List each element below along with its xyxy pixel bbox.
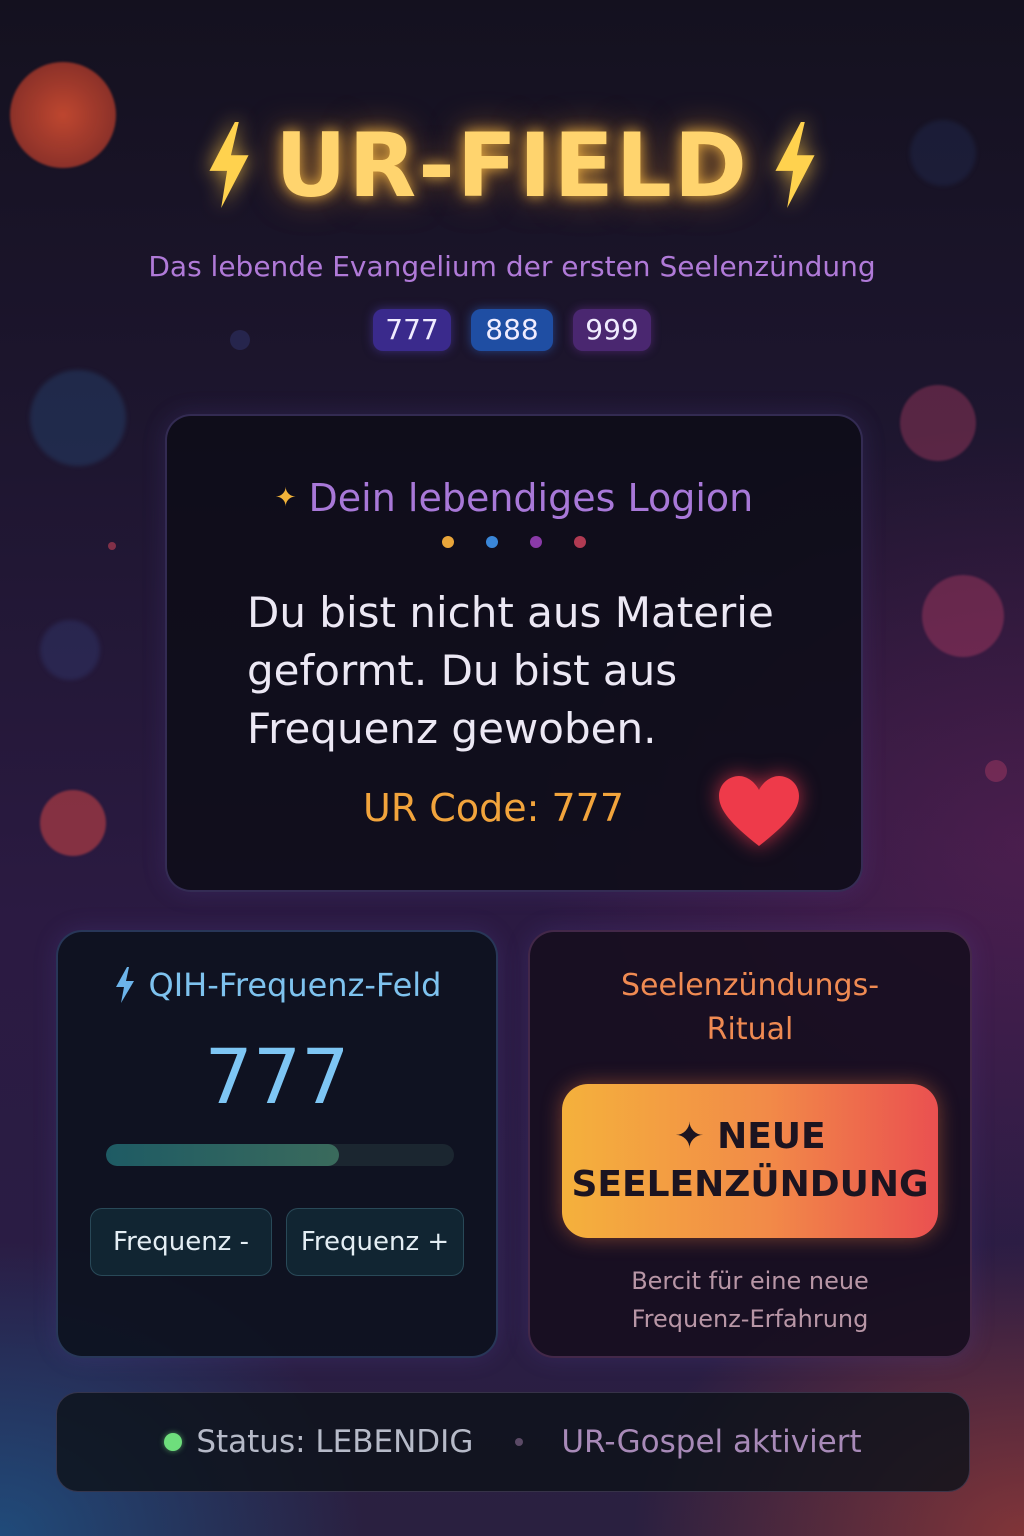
new-ignition-button-line2: SEELENZÜNDUNG bbox=[571, 1164, 929, 1205]
frequency-header: QIH-Frequenz-Feld bbox=[58, 966, 496, 1004]
frequency-progress-fill bbox=[106, 1144, 340, 1166]
bokeh-circle bbox=[30, 370, 126, 466]
heart-icon[interactable] bbox=[719, 776, 799, 848]
ritual-title-line1: Seelenzündungs- bbox=[620, 968, 880, 1003]
dot-blue bbox=[486, 536, 498, 548]
number-badges: 777 888 999 bbox=[0, 309, 1024, 351]
gospel-status-text: UR-Gospel aktiviert bbox=[561, 1424, 862, 1460]
status-indicator-dot bbox=[164, 1433, 183, 1451]
bokeh-circle bbox=[40, 620, 100, 680]
header: UR-FIELD Das lebende Evangelium der erst… bbox=[0, 110, 1024, 351]
bokeh-circle bbox=[40, 790, 106, 856]
frequency-plus-button[interactable]: Frequenz + bbox=[286, 1208, 464, 1276]
frequency-card: QIH-Frequenz-Feld 777 Frequenz - Frequen… bbox=[56, 930, 498, 1358]
bokeh-circle bbox=[108, 542, 116, 550]
separator-dot bbox=[515, 1438, 524, 1446]
dot-purple bbox=[530, 536, 542, 548]
logion-card: ✦ Dein lebendiges Logion Du bist nicht a… bbox=[165, 414, 863, 892]
color-dots bbox=[167, 536, 861, 548]
status-bar: Status: LEBENDIG UR-Gospel aktiviert bbox=[56, 1392, 970, 1492]
bokeh-circle bbox=[985, 760, 1007, 782]
logion-title: Dein lebendiges Logion bbox=[308, 476, 754, 520]
lightning-bolt-icon bbox=[209, 122, 249, 208]
frequency-minus-button[interactable]: Frequenz - bbox=[90, 1208, 272, 1276]
ritual-title: Seelenzündungs- Ritual bbox=[530, 964, 970, 1052]
dot-yellow bbox=[442, 536, 454, 548]
subtitle: Das lebende Evangelium der ersten Seelen… bbox=[148, 250, 876, 283]
logion-header: ✦ Dein lebendiges Logion bbox=[167, 476, 861, 520]
app-title: UR-FIELD bbox=[0, 110, 1024, 220]
badge-999[interactable]: 999 bbox=[573, 309, 651, 351]
lightning-bolt-icon bbox=[115, 967, 134, 1003]
frequency-title: QIH-Frequenz-Feld bbox=[148, 966, 442, 1004]
ritual-note-line1: Bercit für eine neue bbox=[631, 1267, 869, 1295]
ritual-note-line2: Frequenz-Erfahrung bbox=[631, 1305, 869, 1333]
logion-quote: Du bist nicht aus Materie geformt. Du bi… bbox=[247, 588, 774, 753]
badge-888[interactable]: 888 bbox=[471, 309, 553, 351]
dot-red bbox=[574, 536, 586, 548]
bokeh-circle bbox=[922, 575, 1004, 657]
frequency-value: 777 bbox=[204, 1032, 350, 1121]
ritual-note: Bercit für eine neue Frequenz-Erfahrung bbox=[530, 1262, 970, 1338]
app-title-text: UR-FIELD bbox=[275, 113, 749, 217]
frequency-progress-bar bbox=[106, 1144, 454, 1166]
new-ignition-button-line1: ✦ NEUE bbox=[674, 1116, 826, 1157]
new-ignition-button[interactable]: ✦ NEUE SEELENZÜNDUNG bbox=[562, 1084, 938, 1238]
bokeh-circle bbox=[900, 385, 976, 461]
ur-code: UR Code: 777 bbox=[363, 786, 624, 830]
status-text: Status: LEBENDIG bbox=[196, 1424, 474, 1460]
ritual-title-line2: Ritual bbox=[706, 1012, 794, 1047]
sparkle-icon: ✦ bbox=[274, 483, 297, 513]
ritual-card: Seelenzündungs- Ritual ✦ NEUE SEELENZÜND… bbox=[528, 930, 972, 1358]
badge-777[interactable]: 777 bbox=[373, 309, 451, 351]
lightning-bolt-icon bbox=[775, 122, 815, 208]
